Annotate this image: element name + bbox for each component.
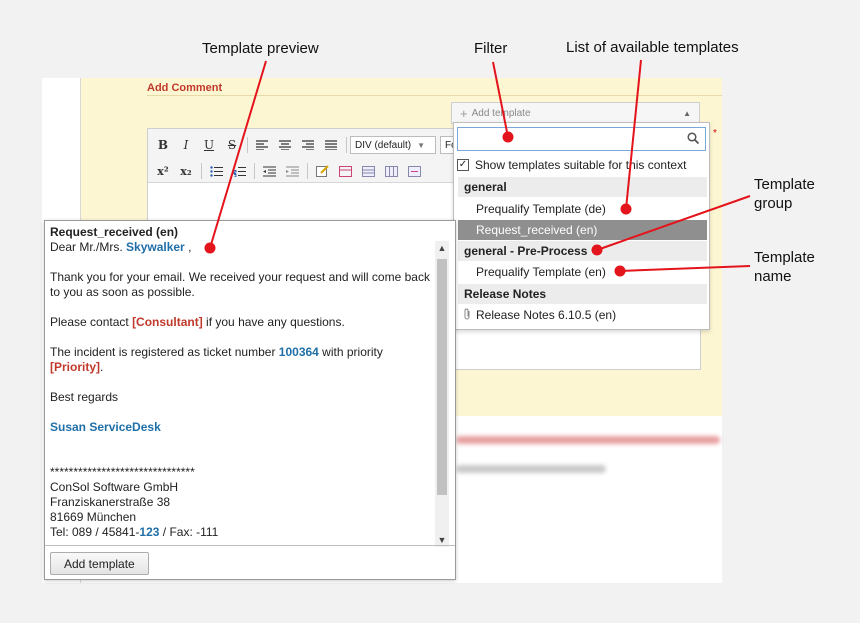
arrow-dot-list-of-templates xyxy=(620,203,632,215)
arrow-dot-template-group xyxy=(591,244,603,256)
arrow-dot-filter xyxy=(502,131,514,143)
arrow-template-name xyxy=(619,265,751,272)
annotation-arrows xyxy=(204,59,751,277)
arrow-dot-template-name xyxy=(614,265,626,277)
arrow-template-group xyxy=(596,195,751,251)
arrow-dot-template-preview xyxy=(204,242,216,254)
screenshot-stage: Add Comment B I U S DIV (default) ▼ Fo x… xyxy=(0,0,860,623)
arrow-filter xyxy=(492,61,509,138)
arrow-template-preview xyxy=(209,60,267,249)
arrow-list-of-templates xyxy=(625,59,642,210)
